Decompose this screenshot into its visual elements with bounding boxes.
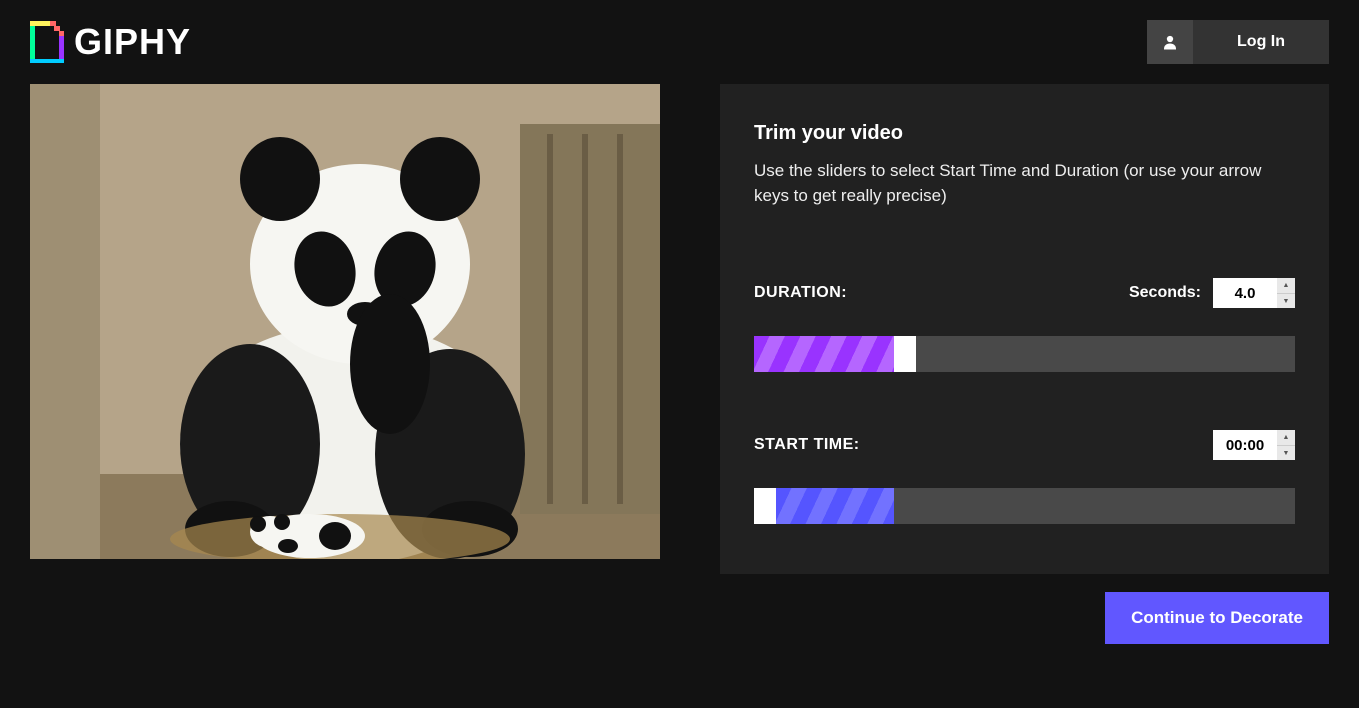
start-time-slider-fill [776,488,894,524]
duration-input[interactable]: 4.0 ▲ ▼ [1213,278,1295,308]
panda-illustration [30,84,660,559]
login-label: Log In [1193,33,1329,51]
trim-title: Trim your video [754,122,1295,145]
brand-name: GIPHY [74,21,191,63]
start-time-control: START TIME: 00:00 ▲ ▼ [754,430,1295,524]
start-time-label: START TIME: [754,436,860,454]
seconds-label: Seconds: [1129,284,1201,302]
chevron-down-icon[interactable]: ▼ [1277,294,1295,309]
duration-stepper[interactable]: ▲ ▼ [1277,278,1295,308]
video-preview [30,84,660,559]
start-time-stepper[interactable]: ▲ ▼ [1277,430,1295,460]
duration-label: DURATION: [754,284,847,302]
continue-button[interactable]: Continue to Decorate [1105,592,1329,644]
giphy-logo-icon [30,21,64,63]
start-time-slider-handle[interactable] [754,488,776,524]
start-time-value: 00:00 [1213,437,1277,454]
duration-slider-fill [754,336,894,372]
duration-slider-handle[interactable] [894,336,916,372]
start-time-slider[interactable] [754,488,1295,524]
start-time-input[interactable]: 00:00 ▲ ▼ [1213,430,1295,460]
user-icon [1147,20,1193,64]
duration-value: 4.0 [1213,285,1277,302]
header-bar: GIPHY Log In [0,0,1359,84]
duration-slider[interactable] [754,336,1295,372]
chevron-up-icon[interactable]: ▲ [1277,430,1295,446]
login-button[interactable]: Log In [1147,20,1329,64]
footer: Continue to Decorate [0,574,1359,644]
brand-logo[interactable]: GIPHY [30,21,191,63]
duration-control: DURATION: Seconds: 4.0 ▲ ▼ [754,278,1295,372]
chevron-down-icon[interactable]: ▼ [1277,446,1295,461]
trim-panel: Trim your video Use the sliders to selec… [720,84,1329,574]
trim-description: Use the sliders to select Start Time and… [754,159,1295,208]
main-content: Trim your video Use the sliders to selec… [0,84,1359,574]
chevron-up-icon[interactable]: ▲ [1277,278,1295,294]
